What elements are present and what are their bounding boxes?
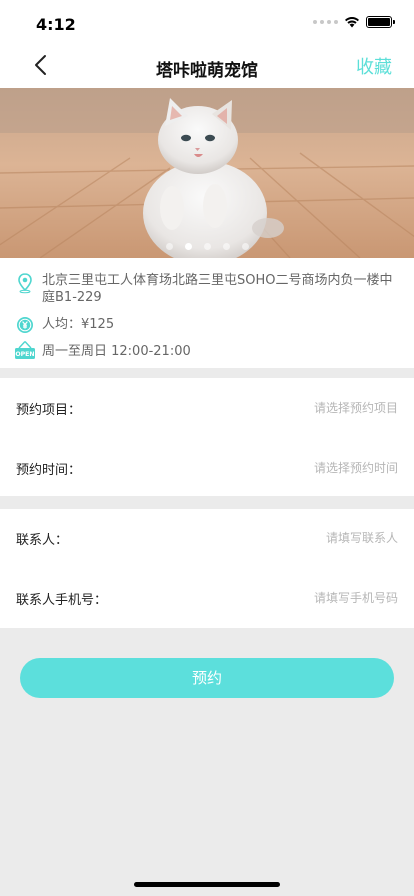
cat-photo — [0, 88, 414, 258]
reserve-button[interactable]: 预约 — [20, 658, 394, 698]
carousel-dots — [0, 243, 414, 250]
carousel-dot-active[interactable] — [184, 243, 192, 250]
home-indicator — [134, 882, 280, 887]
contact-name-label: 联系人： — [16, 532, 69, 548]
open-badge-text: OPEN — [15, 351, 34, 358]
store-address: 北京三里屯工人体育场北路三里屯SOHO二号商场内负一楼中庭B1-229 — [42, 273, 393, 305]
contact-card: 联系人： 联系人手机号： — [0, 509, 414, 628]
booking-time-row[interactable]: 预约时间： — [16, 458, 398, 478]
contact-phone-input[interactable] — [218, 591, 398, 605]
store-info-card: 北京三里屯工人体育场北路三里屯SOHO二号商场内负一楼中庭B1-229 人均：¥… — [0, 258, 414, 368]
price-coin-icon — [17, 317, 33, 333]
hours-row: OPEN 周一至周日 12:00-21:00 — [14, 340, 400, 362]
contact-phone-label: 联系人手机号： — [16, 592, 108, 608]
contact-name-input[interactable] — [218, 531, 398, 545]
carousel-dot[interactable] — [241, 243, 249, 250]
booking-time-label: 预约时间： — [16, 462, 82, 478]
price-row: 人均：¥125 — [14, 314, 400, 336]
status-time: 4:12 — [36, 15, 76, 34]
contact-phone-row[interactable]: 联系人手机号： — [16, 588, 398, 608]
avg-price: 人均：¥125 — [42, 317, 115, 332]
carousel-dot[interactable] — [222, 243, 230, 250]
battery-icon — [366, 16, 395, 28]
favorite-button[interactable]: 收藏 — [356, 53, 392, 79]
opening-hours: 周一至周日 12:00-21:00 — [42, 344, 191, 359]
status-icons — [313, 16, 395, 28]
contact-name-row[interactable]: 联系人： — [16, 528, 398, 548]
location-pin-icon — [18, 273, 32, 294]
booking-item-label: 预约项目： — [16, 402, 82, 418]
carousel-dot[interactable] — [165, 243, 173, 250]
carousel-dot[interactable] — [203, 243, 211, 250]
nav-bar: 塔咔啦萌宠馆 收藏 — [0, 44, 414, 88]
open-sign-icon: OPEN — [15, 341, 35, 359]
signal-icon — [313, 20, 338, 24]
booking-card: 预约项目： 预约时间： — [0, 378, 414, 496]
address-row[interactable]: 北京三里屯工人体育场北路三里屯SOHO二号商场内负一楼中庭B1-229 — [14, 272, 400, 306]
status-bar: 4:12 — [0, 0, 414, 44]
wifi-icon — [345, 17, 359, 28]
booking-item-select[interactable] — [218, 401, 398, 415]
booking-item-row[interactable]: 预约项目： — [16, 398, 398, 418]
page-title: 塔咔啦萌宠馆 — [156, 61, 258, 81]
booking-time-select[interactable] — [218, 461, 398, 475]
banner-carousel[interactable] — [0, 88, 414, 258]
